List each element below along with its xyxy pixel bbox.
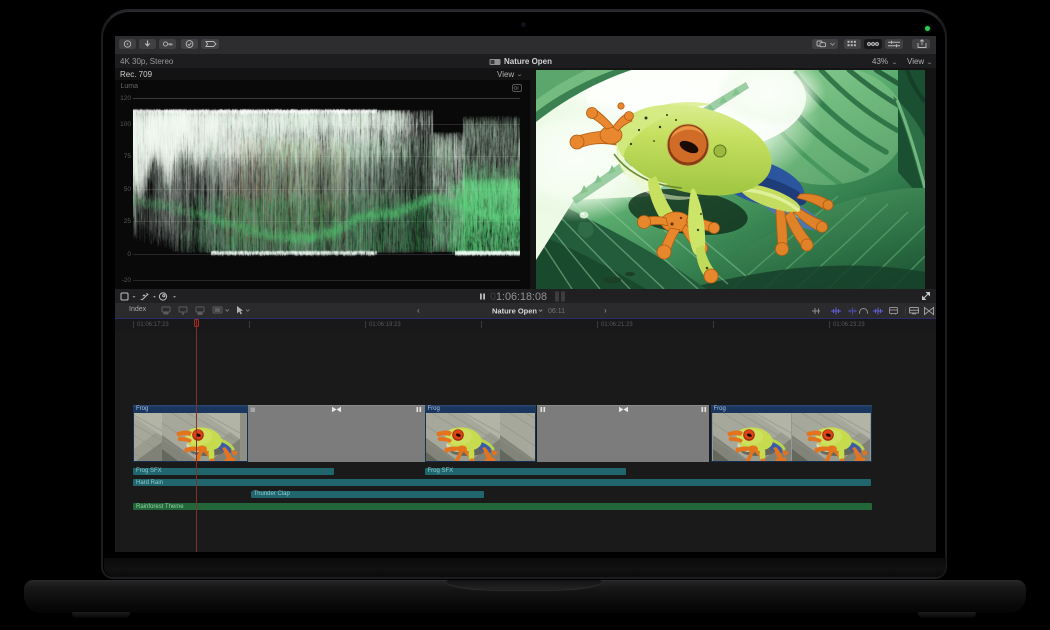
svg-text:›: › bbox=[604, 306, 607, 315]
svg-text:‹: ‹ bbox=[417, 306, 420, 315]
svg-text:Nature Open: Nature Open bbox=[492, 307, 537, 316]
svg-text:06:11: 06:11 bbox=[548, 308, 565, 315]
svg-text:1:06:18:08: 1:06:18:08 bbox=[496, 291, 547, 303]
